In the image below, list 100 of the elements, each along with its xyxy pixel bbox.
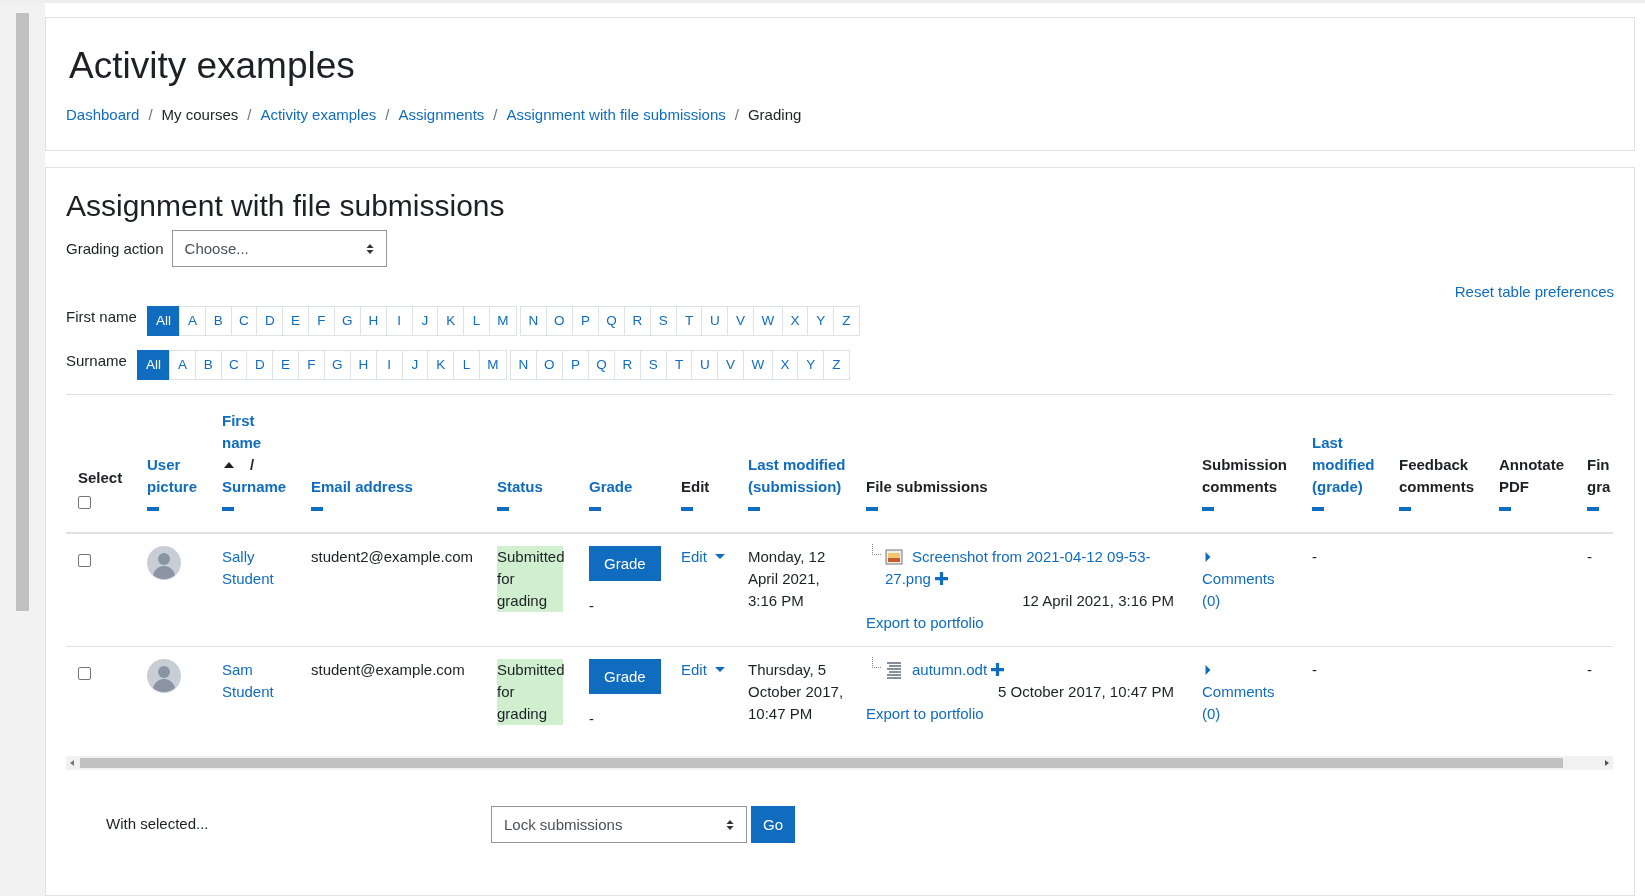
vertical-scrollbar[interactable]: [16, 13, 29, 611]
initial-letter[interactable]: O: [545, 306, 573, 336]
initial-letter[interactable]: F: [307, 306, 335, 336]
initial-letter[interactable]: T: [665, 350, 693, 380]
initial-letter[interactable]: G: [333, 306, 361, 336]
column-header-link[interactable]: Last modified (grade): [1312, 432, 1383, 498]
initial-letter[interactable]: W: [743, 350, 773, 380]
initial-letter[interactable]: Q: [587, 350, 616, 380]
initial-letter[interactable]: O: [535, 350, 563, 380]
initial-letter[interactable]: M: [488, 306, 517, 336]
initial-letter[interactable]: Z: [823, 350, 850, 380]
reset-table-preferences-link[interactable]: Reset table preferences: [1454, 281, 1614, 303]
collapse-column-icon[interactable]: [748, 507, 760, 511]
initial-letter[interactable]: B: [204, 306, 232, 336]
export-to-portfolio-link[interactable]: Export to portfolio: [866, 705, 984, 722]
initial-letter[interactable]: T: [675, 306, 703, 336]
initial-letter[interactable]: E: [272, 350, 299, 380]
collapse-column-icon[interactable]: [1202, 507, 1214, 511]
initial-letter[interactable]: Y: [797, 350, 825, 380]
caret-right-icon[interactable]: [1205, 552, 1211, 562]
column-header-link[interactable]: Last modified (submission): [748, 454, 850, 498]
avatar-icon[interactable]: [147, 659, 181, 693]
initial-letter[interactable]: X: [781, 306, 809, 336]
caret-down-icon[interactable]: [714, 554, 725, 560]
bulk-action-select[interactable]: Lock submissions: [491, 806, 747, 843]
initial-letter[interactable]: S: [649, 306, 677, 336]
initial-letter[interactable]: All: [137, 350, 170, 380]
sort-icon[interactable]: [224, 462, 234, 468]
column-header-link[interactable]: User picture: [147, 454, 206, 498]
breadcrumb-link[interactable]: Dashboard: [66, 104, 140, 126]
initial-letter[interactable]: L: [453, 350, 480, 380]
collapse-column-icon[interactable]: [147, 507, 159, 511]
plus-icon[interactable]: [934, 572, 948, 585]
initial-letter[interactable]: E: [282, 306, 309, 336]
plus-icon[interactable]: [991, 663, 1005, 676]
collapse-column-icon[interactable]: [1499, 507, 1511, 511]
initial-letter[interactable]: G: [323, 350, 351, 380]
initial-letter[interactable]: K: [427, 350, 455, 380]
initial-letter[interactable]: C: [230, 306, 258, 336]
initial-letter[interactable]: N: [519, 306, 547, 336]
select-all-checkbox[interactable]: [78, 496, 91, 510]
file-link[interactable]: autumn.odt: [885, 659, 1186, 681]
edit-menu-link[interactable]: Edit: [681, 661, 707, 678]
initial-letter[interactable]: A: [179, 306, 206, 336]
go-button[interactable]: Go: [751, 806, 795, 843]
initial-letter[interactable]: B: [194, 350, 222, 380]
initial-letter[interactable]: N: [509, 350, 537, 380]
edit-menu-link[interactable]: Edit: [681, 548, 707, 565]
initial-letter[interactable]: J: [401, 350, 429, 380]
initial-letter[interactable]: S: [639, 350, 667, 380]
column-header-link[interactable]: Surname: [222, 476, 295, 498]
initial-letter[interactable]: L: [463, 306, 490, 336]
column-header-link[interactable]: Email address: [311, 476, 481, 498]
horizontal-scrollbar[interactable]: [66, 756, 1613, 770]
grade-button[interactable]: Grade: [589, 659, 661, 694]
initial-letter[interactable]: A: [169, 350, 196, 380]
caret-down-icon[interactable]: [714, 667, 725, 673]
initial-letter[interactable]: R: [614, 350, 641, 380]
collapse-column-icon[interactable]: [866, 507, 878, 511]
row-checkbox[interactable]: [78, 667, 91, 681]
column-header-link[interactable]: Grade: [589, 476, 665, 498]
grade-button[interactable]: Grade: [589, 546, 661, 581]
student-name-link[interactable]: Sam Student: [222, 659, 295, 703]
row-checkbox[interactable]: [78, 554, 91, 568]
comments-link[interactable]: Comments (0): [1202, 681, 1296, 725]
scroll-right-icon[interactable]: [1605, 760, 1609, 766]
initial-letter[interactable]: X: [771, 350, 799, 380]
collapse-column-icon[interactable]: [1587, 507, 1599, 511]
initial-letter[interactable]: V: [717, 350, 744, 380]
initial-letter[interactable]: P: [562, 350, 589, 380]
export-to-portfolio-link[interactable]: Export to portfolio: [866, 614, 984, 631]
breadcrumb-link[interactable]: Assignment with file submissions: [506, 104, 726, 126]
column-header-link[interactable]: Status: [497, 476, 573, 498]
initial-letter[interactable]: All: [147, 306, 180, 336]
initial-letter[interactable]: U: [701, 306, 729, 336]
initial-letter[interactable]: P: [572, 306, 599, 336]
collapse-column-icon[interactable]: [1312, 507, 1324, 511]
initial-letter[interactable]: V: [727, 306, 754, 336]
scroll-left-icon[interactable]: [70, 760, 74, 766]
column-header-link[interactable]: First name: [222, 410, 295, 454]
initial-letter[interactable]: K: [437, 306, 465, 336]
initial-letter[interactable]: M: [478, 350, 507, 380]
file-link[interactable]: Screenshot from 2021-04-12 09-53-27.png: [885, 546, 1186, 590]
student-name-link[interactable]: Sally Student: [222, 546, 295, 590]
initial-letter[interactable]: Z: [833, 306, 860, 336]
initial-letter[interactable]: D: [246, 350, 274, 380]
grading-action-select[interactable]: Choose...: [171, 230, 387, 267]
collapse-column-icon[interactable]: [311, 507, 323, 511]
initial-letter[interactable]: C: [220, 350, 248, 380]
collapse-column-icon[interactable]: [222, 507, 234, 511]
collapse-column-icon[interactable]: [1399, 507, 1411, 511]
comments-link[interactable]: Comments (0): [1202, 568, 1296, 612]
collapse-column-icon[interactable]: [497, 507, 509, 511]
breadcrumb-link[interactable]: Activity examples: [260, 104, 377, 126]
collapse-column-icon[interactable]: [589, 507, 601, 511]
initial-letter[interactable]: D: [256, 306, 284, 336]
initial-letter[interactable]: W: [753, 306, 783, 336]
initial-letter[interactable]: H: [350, 350, 377, 380]
caret-right-icon[interactable]: [1205, 665, 1211, 675]
initial-letter[interactable]: I: [385, 306, 413, 336]
